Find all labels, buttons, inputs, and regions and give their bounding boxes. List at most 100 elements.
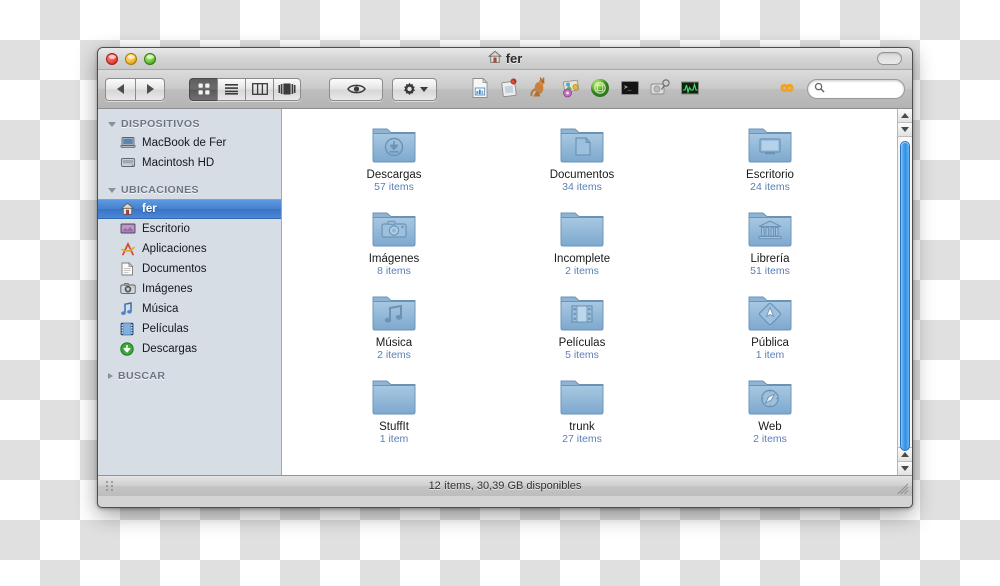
desktop-icon [120,222,136,236]
folder-safari-icon [744,373,796,417]
scroll-track[interactable] [898,137,912,451]
file-item[interactable]: Películas 5 items [488,289,676,361]
window-title: fer [98,48,912,69]
file-name: StuffIt [379,421,409,433]
sidebar-item-musica[interactable]: Música [98,299,281,319]
file-count: 5 items [565,349,599,361]
file-item[interactable]: trunk 27 items [488,373,676,445]
sidebar-item-peliculas[interactable]: Películas [98,319,281,339]
search-field[interactable] [807,79,905,99]
file-name: trunk [569,421,595,433]
scroll-down-button-top[interactable] [898,123,912,137]
snapshot-app-icon[interactable] [499,77,523,101]
sidebar-section-ubicaciones[interactable]: UBICACIONES [98,181,281,199]
file-name: Música [375,337,413,349]
file-name: Incomplete [553,253,611,265]
sidebar-item-escritorio[interactable]: Escritorio [98,219,281,239]
file-count: 2 items [377,349,411,361]
eye-icon [346,83,366,95]
file-item[interactable]: Pública 1 item [676,289,864,361]
column-view-button[interactable] [245,77,273,101]
file-browser-content[interactable]: Descargas 57 items Documentos 34 items E… [282,109,912,475]
scroll-up-button[interactable] [898,109,912,123]
chevron-down-icon [901,466,909,471]
folder-desktop-icon [744,121,796,165]
file-item[interactable]: Web 2 items [676,373,864,445]
window-body: DISPOSITIVOS MacBook de Fer Macintosh HD… [98,109,912,475]
chevron-right-icon [146,84,154,94]
sidebar-item-imagenes[interactable]: Imágenes [98,279,281,299]
toolbar-right-section [775,78,905,100]
scroll-thumb[interactable] [900,141,910,451]
kangaroo-app-icon[interactable] [529,77,553,101]
sidebar-section-label: UBICACIONES [121,184,199,196]
svg-text:>_: >_ [624,84,632,91]
sidebar-item-label: MacBook de Fer [142,137,227,149]
camera-icon [120,282,136,296]
file-name: Librería [750,253,790,265]
sidebar-section-dispositivos[interactable]: DISPOSITIVOS [98,115,281,133]
search-input[interactable] [828,83,898,95]
gear-icon [402,82,417,97]
disclosure-triangle-icon [108,373,113,379]
list-view-button[interactable] [217,77,245,101]
disclosure-triangle-icon [108,121,116,127]
photo-album-icon[interactable] [559,77,583,101]
minimize-button[interactable] [125,52,137,65]
file-item[interactable]: Incomplete 2 items [488,205,676,277]
folder-download-icon [368,121,420,165]
sidebar-item-label: Descargas [142,343,197,355]
sidebar-item-macintosh-hd[interactable]: Macintosh HD [98,153,281,173]
file-count: 8 items [377,265,411,277]
file-item[interactable]: Imágenes 8 items [300,205,488,277]
sidebar-item-aplicaciones[interactable]: Aplicaciones [98,239,281,259]
sidebar-item-label: Películas [142,323,189,335]
toolbar-toggle-button[interactable] [877,52,902,65]
file-item[interactable]: Documentos 34 items [488,121,676,193]
window-titlebar[interactable]: fer [98,48,912,70]
scroll-down-button[interactable] [898,461,912,475]
forward-button[interactable] [135,77,165,101]
zoom-button[interactable] [144,52,156,65]
status-bar: 12 ítems, 30,39 GB disponibles [98,475,912,496]
folder-library-icon [744,205,796,249]
documents-icon [120,262,136,276]
columns-icon [251,83,268,95]
window-title-text: fer [505,51,523,66]
file-name: Descargas [366,169,422,181]
sidebar-item-macbook-de-fer[interactable]: MacBook de Fer [98,133,281,153]
file-item[interactable]: Descargas 57 items [300,121,488,193]
close-button[interactable] [106,52,118,65]
music-note-icon [120,302,136,316]
file-name: Web [758,421,782,433]
file-item[interactable]: Librería 51 items [676,205,864,277]
sidebar-section-label: DISPOSITIVOS [121,118,200,130]
folder-plain-icon [368,373,420,417]
vertical-scrollbar[interactable] [897,109,912,475]
sidebar-item-label: Música [142,303,179,315]
sidebar-item-fer[interactable]: fer [98,199,281,219]
sidebar-item-documentos[interactable]: Documentos [98,259,281,279]
window-resize-grip[interactable] [897,482,909,495]
file-item[interactable]: Música 2 items [300,289,488,361]
back-button[interactable] [105,77,135,101]
terminal-icon[interactable]: >_ [619,77,643,101]
green-sphere-app-icon[interactable] [589,77,613,101]
sidebar-item-label: Documentos [142,263,207,275]
numbers-document-icon[interactable] [469,77,493,101]
sidebar-item-descargas[interactable]: Descargas [98,339,281,359]
coverflow-view-button[interactable] [273,77,301,101]
quicklook-button[interactable] [329,77,383,101]
file-count: 2 items [753,433,787,445]
file-item[interactable]: StuffIt 1 item [300,373,488,445]
icon-view-button[interactable] [189,77,217,101]
file-item[interactable]: Escritorio 24 items [676,121,864,193]
infinity-icon[interactable] [775,78,799,100]
disk-utility-icon[interactable] [649,77,673,101]
file-count: 57 items [374,181,414,193]
sidebar-section-buscar[interactable]: BUSCAR [98,367,281,385]
activity-monitor-icon[interactable] [679,77,703,101]
film-icon [120,322,136,336]
action-menu-button[interactable] [392,77,437,101]
laptop-icon [119,136,137,150]
